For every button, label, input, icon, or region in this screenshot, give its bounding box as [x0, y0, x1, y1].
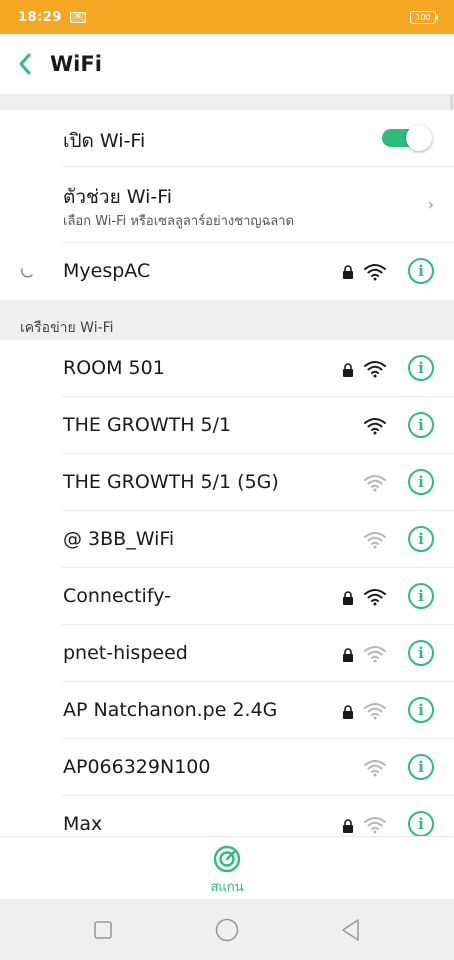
chevron-right-icon: › — [427, 195, 434, 214]
notification-icon: ✕ — [69, 11, 86, 23]
info-icon[interactable]: i — [408, 258, 434, 284]
status-bar: 18:29 ✕ 100 — [0, 0, 454, 34]
wifi-toggle-switch[interactable] — [382, 125, 432, 151]
radar-scan-icon — [213, 845, 241, 873]
wifi-signal-icon — [364, 645, 386, 663]
wifi-signal-icon — [364, 759, 386, 777]
lock-icon — [342, 590, 354, 605]
recent-apps-icon[interactable] — [90, 917, 116, 943]
network-row[interactable]: Connectify-i — [0, 568, 454, 625]
info-icon[interactable]: i — [408, 640, 434, 666]
info-icon[interactable]: i — [408, 412, 434, 438]
wifi-signal-icon — [364, 531, 386, 549]
system-nav-bar — [0, 899, 454, 960]
chevron-left-icon — [19, 53, 31, 75]
battery-icon: 100 — [410, 10, 438, 24]
wifi-signal-icon — [364, 474, 386, 492]
section-header: เครือข่าย Wi-Fi — [0, 300, 454, 340]
wifi-toggle-label: เปิด Wi-Fi — [63, 130, 146, 152]
status-time: 18:29 — [18, 9, 62, 25]
info-icon[interactable]: i — [408, 469, 434, 495]
network-name: pnet-hispeed — [63, 642, 188, 664]
wifi-signal-icon — [364, 702, 386, 720]
wifi-signal-icon — [364, 264, 386, 281]
wifi-toggle-row[interactable]: เปิด Wi-Fi — [0, 110, 454, 167]
network-row[interactable]: THE GROWTH 5/1 i — [0, 397, 454, 454]
wifi-signal-icon — [364, 417, 386, 435]
network-name: @ 3BB_WiFi — [63, 528, 175, 550]
info-icon[interactable]: i — [408, 697, 434, 723]
divider-band — [0, 94, 454, 110]
info-icon[interactable]: i — [408, 583, 434, 609]
toggle-knob — [406, 125, 432, 151]
network-row[interactable]: AP066329N100 i — [0, 739, 454, 796]
scan-label: สแกน — [210, 880, 244, 895]
wifi-assistant-row[interactable]: ตัวช่วย Wi-Fi เลือก Wi-Fi หรือเซลลูลาร์อ… — [0, 167, 454, 243]
info-icon[interactable]: i — [408, 811, 434, 837]
info-icon[interactable]: i — [408, 355, 434, 381]
back-button[interactable] — [0, 34, 50, 94]
wifi-signal-icon — [364, 816, 386, 834]
scan-bar: สแกน — [0, 836, 454, 899]
app-header: WiFi — [0, 34, 454, 94]
back-nav-icon[interactable] — [338, 917, 364, 943]
network-name: THE GROWTH 5/1 (5G) — [63, 471, 279, 493]
battery-level: 100 — [415, 12, 431, 22]
info-icon[interactable]: i — [408, 526, 434, 552]
info-icon[interactable]: i — [408, 754, 434, 780]
network-row[interactable]: AP Natchanon.pe 2.4G i — [0, 682, 454, 739]
section-label: เครือข่าย Wi-Fi — [20, 320, 114, 336]
network-row[interactable]: ROOM 501 i — [0, 340, 454, 397]
connecting-spinner-icon — [20, 268, 33, 278]
network-row[interactable]: THE GROWTH 5/1 (5G) i — [0, 454, 454, 511]
network-name: AP066329N100 — [63, 756, 211, 778]
network-name: THE GROWTH 5/1 — [63, 414, 232, 436]
lock-icon — [342, 362, 354, 377]
network-name: AP Natchanon.pe 2.4G — [63, 699, 278, 721]
network-name: Connectify- — [63, 585, 171, 607]
scan-button[interactable]: สแกน — [197, 845, 257, 897]
wifi-signal-icon — [364, 360, 386, 378]
home-icon[interactable] — [214, 917, 240, 943]
wifi-assistant-title: ตัวช่วย Wi-Fi — [63, 186, 173, 208]
lock-icon — [342, 818, 354, 833]
lock-icon — [342, 647, 354, 662]
network-name: ROOM 501 — [63, 357, 165, 379]
wifi-signal-icon — [364, 588, 386, 606]
network-row[interactable]: @ 3BB_WiFi i — [0, 511, 454, 568]
network-name: MyespAC — [63, 260, 151, 282]
page-title: WiFi — [50, 52, 102, 76]
network-name: Max — [63, 813, 103, 835]
lock-icon — [343, 265, 353, 279]
wifi-assistant-subtitle: เลือก Wi-Fi หรือเซลลูลาร์อย่างชาญฉลาด — [63, 214, 295, 229]
connected-network-row[interactable]: MyespAC i — [0, 243, 454, 300]
lock-icon — [342, 704, 354, 719]
network-row[interactable]: pnet-hispeed i — [0, 625, 454, 682]
